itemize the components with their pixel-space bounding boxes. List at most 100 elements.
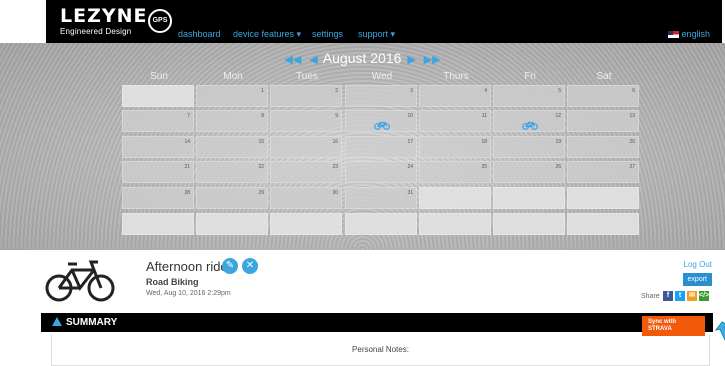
day-number: 2: [335, 88, 338, 94]
day-number: 23: [332, 164, 338, 170]
calendar-empty-cell: [493, 187, 565, 209]
calendar-day[interactable]: 18: [419, 136, 491, 158]
calendar-header: ◀◀ ◀ August 2016 ▶ ▶▶: [0, 50, 725, 66]
nav-support[interactable]: support ▾: [358, 29, 395, 40]
flag-icon: [668, 31, 680, 39]
email-icon[interactable]: ✉: [687, 291, 697, 301]
day-number: 14: [184, 139, 190, 145]
calendar-day[interactable]: 30: [270, 187, 342, 209]
twitter-icon[interactable]: t: [675, 291, 685, 301]
calendar-day[interactable]: 23: [270, 161, 342, 183]
calendar-empty-cell: [567, 213, 639, 235]
weekday-label: Fri: [524, 71, 536, 82]
share-label: Share: [641, 293, 660, 300]
day-number: 27: [629, 164, 635, 170]
gps-badge-icon: GPS: [148, 9, 172, 33]
calendar-empty-cell: [270, 213, 342, 235]
collapse-triangle-icon[interactable]: [52, 317, 62, 326]
summary-bar[interactable]: SUMMARY Sync with STRAVA: [41, 313, 713, 336]
calendar-day[interactable]: 1: [196, 85, 268, 107]
calendar-day[interactable]: 26: [493, 161, 565, 183]
calendar-day[interactable]: 14: [122, 136, 194, 158]
calendar-day[interactable]: 27: [567, 161, 639, 183]
calendar-day[interactable]: 19: [493, 136, 565, 158]
day-number: 22: [258, 164, 264, 170]
pointer-arrow-icon: [714, 321, 725, 341]
calendar-day[interactable]: 20: [567, 136, 639, 158]
ride-date: Wed, Aug 10, 2016 2:29pm: [146, 290, 231, 297]
calendar-day[interactable]: 3: [345, 85, 417, 107]
day-number: 3: [410, 88, 413, 94]
prev-month-button[interactable]: ◀: [309, 54, 317, 66]
calendar-day[interactable]: 25: [419, 161, 491, 183]
calendar-day[interactable]: 5: [493, 85, 565, 107]
nav-device-features[interactable]: device features ▾: [233, 29, 301, 40]
calendar-day[interactable]: 17: [345, 136, 417, 158]
export-button[interactable]: export: [682, 273, 712, 286]
calendar-empty-cell: [493, 213, 565, 235]
calendar-empty-cell: [196, 213, 268, 235]
calendar-day[interactable]: 31: [345, 187, 417, 209]
day-number: 24: [407, 164, 413, 170]
calendar-day[interactable]: 21: [122, 161, 194, 183]
day-number: 17: [407, 139, 413, 145]
day-number: 8: [261, 113, 264, 119]
day-number: 20: [629, 139, 635, 145]
embed-icon[interactable]: </>: [699, 291, 709, 301]
calendar-day[interactable]: 10: [345, 110, 417, 132]
logo-tagline: Engineered Design: [60, 27, 132, 36]
nav-settings[interactable]: settings: [312, 29, 343, 40]
day-number: 29: [258, 190, 264, 196]
log-out-link[interactable]: Log Out: [684, 260, 712, 269]
language-selector[interactable]: english: [668, 29, 710, 40]
day-number: 26: [555, 164, 561, 170]
day-number: 11: [481, 113, 487, 119]
calendar-day[interactable]: 4: [419, 85, 491, 107]
calendar-day[interactable]: 28: [122, 187, 194, 209]
ride-bicycle-icon[interactable]: [522, 120, 538, 130]
facebook-icon[interactable]: f: [663, 291, 673, 301]
calendar-day[interactable]: 13: [567, 110, 639, 132]
calendar-empty-cell: [419, 187, 491, 209]
calendar-day[interactable]: 15: [196, 136, 268, 158]
calendar-empty-cell: [345, 213, 417, 235]
next-month-button[interactable]: ▶: [407, 54, 415, 66]
prev-year-button[interactable]: ◀◀: [284, 54, 301, 66]
next-year-button[interactable]: ▶▶: [424, 54, 441, 66]
calendar-empty-cell: [567, 187, 639, 209]
day-number: 21: [184, 164, 190, 170]
calendar-day[interactable]: 11: [419, 110, 491, 132]
day-number: 15: [258, 139, 264, 145]
nav-dashboard[interactable]: dashboard: [178, 29, 221, 40]
delete-icon[interactable]: ✕: [242, 258, 258, 274]
brand-logo[interactable]: LEZYNE Engineered Design: [60, 7, 148, 37]
day-number: 28: [184, 190, 190, 196]
calendar-day[interactable]: 6: [567, 85, 639, 107]
weekday-label: Mon: [223, 71, 243, 82]
day-number: 4: [484, 88, 487, 94]
summary-label: SUMMARY: [66, 317, 118, 328]
calendar-day[interactable]: 16: [270, 136, 342, 158]
calendar-empty-cell: [419, 213, 491, 235]
calendar-day[interactable]: 8: [196, 110, 268, 132]
weekday-label: Wed: [371, 71, 393, 82]
day-number: 13: [629, 113, 635, 119]
calendar-day[interactable]: 9: [270, 110, 342, 132]
calendar-day[interactable]: 24: [345, 161, 417, 183]
calendar-day[interactable]: 2: [270, 85, 342, 107]
day-number: 12: [555, 113, 561, 119]
day-number: 31: [407, 190, 413, 196]
edit-icon[interactable]: ✎: [222, 258, 238, 274]
top-nav: LEZYNE Engineered Design GPS dashboard d…: [46, 0, 722, 43]
calendar-empty-cell: [122, 85, 194, 107]
ride-bicycle-icon[interactable]: [374, 120, 390, 130]
weekday-label: Sun: [150, 71, 168, 82]
calendar-day[interactable]: 12: [493, 110, 565, 132]
day-number: 25: [481, 164, 487, 170]
ride-type: Road Biking: [146, 277, 199, 287]
day-number: 5: [558, 88, 561, 94]
calendar-day[interactable]: 29: [196, 187, 268, 209]
calendar-day[interactable]: 7: [122, 110, 194, 132]
sync-strava-button[interactable]: Sync with STRAVA: [642, 316, 705, 336]
calendar-day[interactable]: 22: [196, 161, 268, 183]
